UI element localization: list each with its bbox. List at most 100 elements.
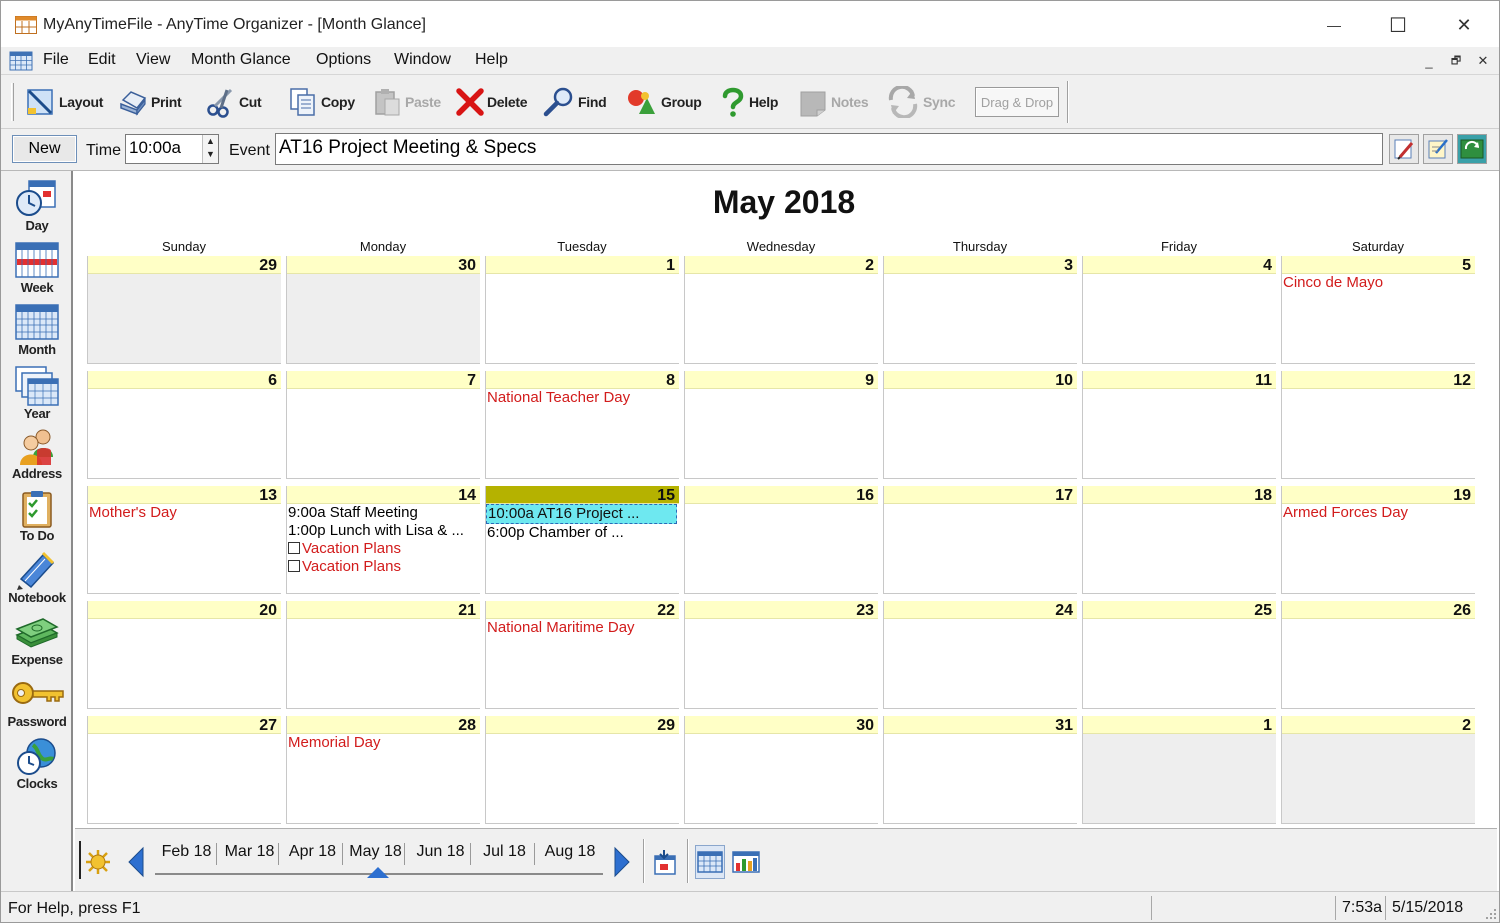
holiday-label[interactable]: Mother's Day (88, 504, 281, 522)
save-event-button[interactable] (1457, 134, 1487, 164)
cut-button[interactable]: Cut (205, 85, 262, 119)
menu-view[interactable]: View (136, 51, 170, 69)
copy-button[interactable]: Copy (287, 85, 355, 119)
day-number[interactable]: 8 (486, 371, 679, 389)
day-number[interactable]: 2 (685, 256, 878, 274)
day-number[interactable]: 13 (88, 486, 281, 504)
day-number[interactable]: 6 (88, 371, 281, 389)
day-number[interactable]: 25 (1083, 601, 1276, 619)
day-cell[interactable]: 10 (883, 371, 1077, 479)
day-number[interactable]: 29 (486, 716, 679, 734)
sidebar-item-year[interactable]: Year (1, 365, 73, 427)
day-cell[interactable]: 1 (485, 256, 679, 364)
find-button[interactable]: Find (542, 85, 607, 119)
selected-appointment[interactable]: 10:00a AT16 Project ... (486, 504, 677, 524)
mdi-minimize-button[interactable]: _ (1419, 52, 1439, 70)
day-cell[interactable]: 2 (1281, 716, 1475, 824)
minimize-button[interactable]: — (1301, 7, 1367, 43)
layout-button[interactable]: Layout (25, 85, 103, 119)
sidebar-item-address[interactable]: Address (1, 427, 73, 489)
event-input[interactable]: AT16 Project Meeting & Specs (275, 133, 1383, 165)
day-number[interactable]: 16 (685, 486, 878, 504)
day-cell[interactable]: 24 (883, 601, 1077, 709)
day-cell[interactable]: 5 Cinco de Mayo (1281, 256, 1475, 364)
day-cell[interactable]: 14 9:00a Staff Meeting 1:00p Lunch with Li… (286, 486, 480, 594)
day-number[interactable]: 7 (287, 371, 480, 389)
day-cell[interactable]: 9 (684, 371, 878, 479)
day-number[interactable]: 10 (884, 371, 1077, 389)
sidebar-item-expense[interactable]: Expense (1, 613, 73, 675)
month-slider-pointer[interactable] (367, 867, 389, 878)
day-number[interactable]: 19 (1282, 486, 1475, 504)
print-button[interactable]: Print (117, 85, 182, 119)
day-cell[interactable]: 12 (1281, 371, 1475, 479)
time-spinner[interactable]: ▲ ▼ (202, 135, 218, 163)
day-cell[interactable]: 18 (1082, 486, 1276, 594)
day-cell[interactable]: 28 Memorial Day (286, 716, 480, 824)
day-number[interactable]: 17 (884, 486, 1077, 504)
delete-button[interactable]: Delete (455, 85, 528, 119)
resize-grip-icon[interactable] (1485, 908, 1497, 920)
sidebar-item-clocks[interactable]: Clocks (1, 737, 73, 799)
menu-options[interactable]: Options (316, 51, 371, 69)
day-cell[interactable]: 23 (684, 601, 878, 709)
day-cell[interactable]: 7 (286, 371, 480, 479)
day-number[interactable]: 14 (287, 486, 480, 504)
mdi-restore-button[interactable]: 🗗 (1446, 52, 1466, 70)
day-number[interactable]: 1 (486, 256, 679, 274)
day-cell[interactable]: 1 (1082, 716, 1276, 824)
appointment[interactable]: 1:00p Lunch with Lisa & ... (287, 522, 480, 540)
day-cell[interactable]: 21 (286, 601, 480, 709)
spin-up-icon[interactable]: ▲ (203, 135, 218, 148)
day-number[interactable]: 29 (88, 256, 281, 274)
todo-checkbox[interactable] (288, 542, 300, 554)
sync-button[interactable]: Sync (885, 85, 956, 119)
day-cell[interactable]: 8 National Teacher Day (485, 371, 679, 479)
edit-details-button[interactable] (1389, 134, 1419, 164)
paste-button[interactable]: Paste (373, 85, 441, 119)
day-cell[interactable]: 2 (684, 256, 878, 364)
day-cell[interactable]: 22 National Maritime Day (485, 601, 679, 709)
sidebar-item-day[interactable]: Day (1, 179, 73, 241)
day-cell[interactable]: 30 (286, 256, 480, 364)
maximize-button[interactable]: ☐ (1365, 7, 1431, 43)
day-cell[interactable]: 13 Mother's Day (87, 486, 281, 594)
sidebar-item-password[interactable]: Password (1, 675, 73, 737)
notes-button[interactable]: Notes (797, 85, 869, 119)
day-number[interactable]: 21 (287, 601, 480, 619)
day-number[interactable]: 20 (88, 601, 281, 619)
month-tab-mar-18[interactable]: Mar 18 (221, 843, 279, 865)
menu-help[interactable]: Help (475, 51, 508, 69)
day-cell[interactable]: 6 (87, 371, 281, 479)
day-cell[interactable]: 31 (883, 716, 1077, 824)
day-number[interactable]: 27 (88, 716, 281, 734)
month-tab-feb-18[interactable]: Feb 18 (157, 843, 217, 865)
day-cell[interactable]: 26 (1281, 601, 1475, 709)
month-tab-jul-18[interactable]: Jul 18 (475, 843, 535, 865)
toolbar-grip[interactable] (11, 83, 14, 121)
month-tab-jun-18[interactable]: Jun 18 (411, 843, 471, 865)
todo-item[interactable]: Vacation Plans (287, 558, 480, 576)
sidebar-item-todo[interactable]: To Do (1, 489, 73, 551)
day-number[interactable]: 3 (884, 256, 1077, 274)
day-number[interactable]: 28 (287, 716, 480, 734)
day-number[interactable]: 5 (1282, 256, 1475, 274)
day-cell[interactable]: 16 (684, 486, 878, 594)
appointment[interactable]: 6:00p Chamber of ... (486, 524, 679, 542)
day-cell[interactable]: 29 (485, 716, 679, 824)
day-cell[interactable]: 3 (883, 256, 1077, 364)
next-month-button[interactable] (607, 845, 637, 879)
day-cell[interactable]: 29 (87, 256, 281, 364)
day-number[interactable]: 1 (1083, 716, 1276, 734)
menu-edit[interactable]: Edit (88, 51, 116, 69)
mdi-close-button[interactable]: ✕ (1473, 52, 1493, 70)
day-number[interactable]: 12 (1282, 371, 1475, 389)
appointment[interactable]: 9:00a Staff Meeting (287, 504, 480, 522)
holiday-label[interactable]: Armed Forces Day (1282, 504, 1475, 522)
sidebar-item-notebook[interactable]: Notebook (1, 551, 73, 613)
day-number[interactable]: 30 (287, 256, 480, 274)
grid-view-button[interactable] (695, 845, 725, 879)
holiday-label[interactable]: National Maritime Day (486, 619, 679, 637)
help-button[interactable]: Help (719, 85, 778, 119)
day-number[interactable]: 24 (884, 601, 1077, 619)
